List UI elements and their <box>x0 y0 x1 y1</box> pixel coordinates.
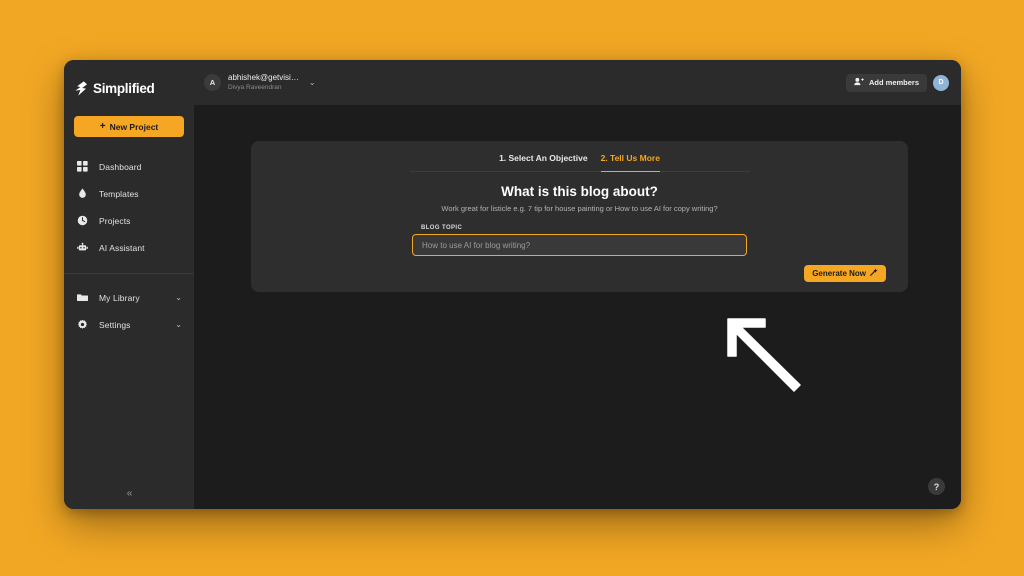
plus-icon: + <box>99 120 106 132</box>
arrow-pointer-icon <box>727 318 801 392</box>
sidebar-item-my-library[interactable]: My Library ⌄ <box>64 284 194 311</box>
blog-brief-card: 1. Select An Objective 2. Tell Us More W… <box>251 141 908 292</box>
sidebar-item-label: Dashboard <box>99 161 142 172</box>
generate-row: Generate Now <box>251 265 908 282</box>
card-title: What is this blog about? <box>501 184 658 199</box>
chevron-down-icon[interactable]: ⌄ <box>309 78 316 87</box>
sidebar-item-label: My Library <box>99 292 140 303</box>
avatar: A <box>204 74 221 91</box>
gear-icon <box>76 318 89 331</box>
blog-topic-field: BLOG TOPIC <box>251 225 908 256</box>
generate-now-button[interactable]: Generate Now <box>804 265 886 282</box>
sidebar-item-label: Settings <box>99 319 131 330</box>
brand: Simplified <box>64 60 194 102</box>
sidebar-item-label: Projects <box>99 215 131 226</box>
question-mark-icon: ? <box>933 481 940 492</box>
blog-topic-label: BLOG TOPIC <box>421 225 463 231</box>
account-switcher[interactable]: A abhishek@getvisi… Divya Raveendran ⌄ <box>204 73 316 91</box>
sidebar-collapse-button[interactable]: « <box>64 488 194 499</box>
topbar: A abhishek@getvisi… Divya Raveendran ⌄ A… <box>194 60 961 105</box>
droplet-icon <box>76 187 89 200</box>
app-window: Simplified + New Project Dashboard Templ… <box>64 60 961 509</box>
simplified-logo-icon <box>74 80 88 96</box>
chevron-down-icon[interactable]: ⌄ <box>175 320 182 329</box>
blog-topic-input[interactable] <box>412 234 747 256</box>
tab-tell-us-more[interactable]: 2. Tell Us More <box>600 153 661 172</box>
account-email: abhishek@getvisi… <box>228 73 299 83</box>
brand-name: Simplified <box>93 80 155 96</box>
main-area: A abhishek@getvisi… Divya Raveendran ⌄ A… <box>194 60 961 509</box>
chevron-down-icon[interactable]: ⌄ <box>175 293 182 302</box>
new-project-label: New Project <box>109 121 159 132</box>
topbar-right: Add members D <box>845 73 949 92</box>
content-area: 1. Select An Objective 2. Tell Us More W… <box>194 105 961 509</box>
generate-now-label: Generate Now <box>812 269 866 278</box>
card-tabs: 1. Select An Objective 2. Tell Us More <box>409 153 750 172</box>
account-text: abhishek@getvisi… Divya Raveendran <box>228 73 299 91</box>
dashboard-grid-icon <box>76 160 89 173</box>
card-subtitle: Work great for listicle e.g. 7 tip for h… <box>441 204 718 213</box>
sidebar-item-templates[interactable]: Templates <box>64 180 194 207</box>
folder-icon <box>76 291 89 304</box>
member-avatar-badge[interactable]: D <box>933 74 949 91</box>
help-button[interactable]: ? <box>928 478 945 495</box>
sidebar-item-label: Templates <box>99 188 139 199</box>
sidebar-divider <box>64 273 194 274</box>
sidebar-nav-secondary: My Library ⌄ Settings ⌄ <box>64 284 194 338</box>
sidebar: Simplified + New Project Dashboard Templ… <box>64 60 194 509</box>
add-members-label: Add members <box>868 78 919 87</box>
sidebar-item-settings[interactable]: Settings ⌄ <box>64 311 194 338</box>
magic-wand-icon <box>869 268 878 279</box>
add-user-icon <box>854 77 864 88</box>
new-project-button[interactable]: + New Project <box>74 116 184 137</box>
tab-select-an-objective[interactable]: 1. Select An Objective <box>499 153 588 167</box>
sidebar-item-ai-assistant[interactable]: AI Assistant <box>64 234 194 261</box>
sidebar-item-dashboard[interactable]: Dashboard <box>64 153 194 180</box>
account-user-name: Divya Raveendran <box>228 83 282 91</box>
clock-icon <box>76 214 89 227</box>
sidebar-nav-primary: Dashboard Templates Projects AI Assistan… <box>64 153 194 261</box>
add-members-button[interactable]: Add members <box>845 73 927 92</box>
sidebar-item-label: AI Assistant <box>99 242 145 253</box>
robot-icon <box>76 241 89 254</box>
sidebar-item-projects[interactable]: Projects <box>64 207 194 234</box>
